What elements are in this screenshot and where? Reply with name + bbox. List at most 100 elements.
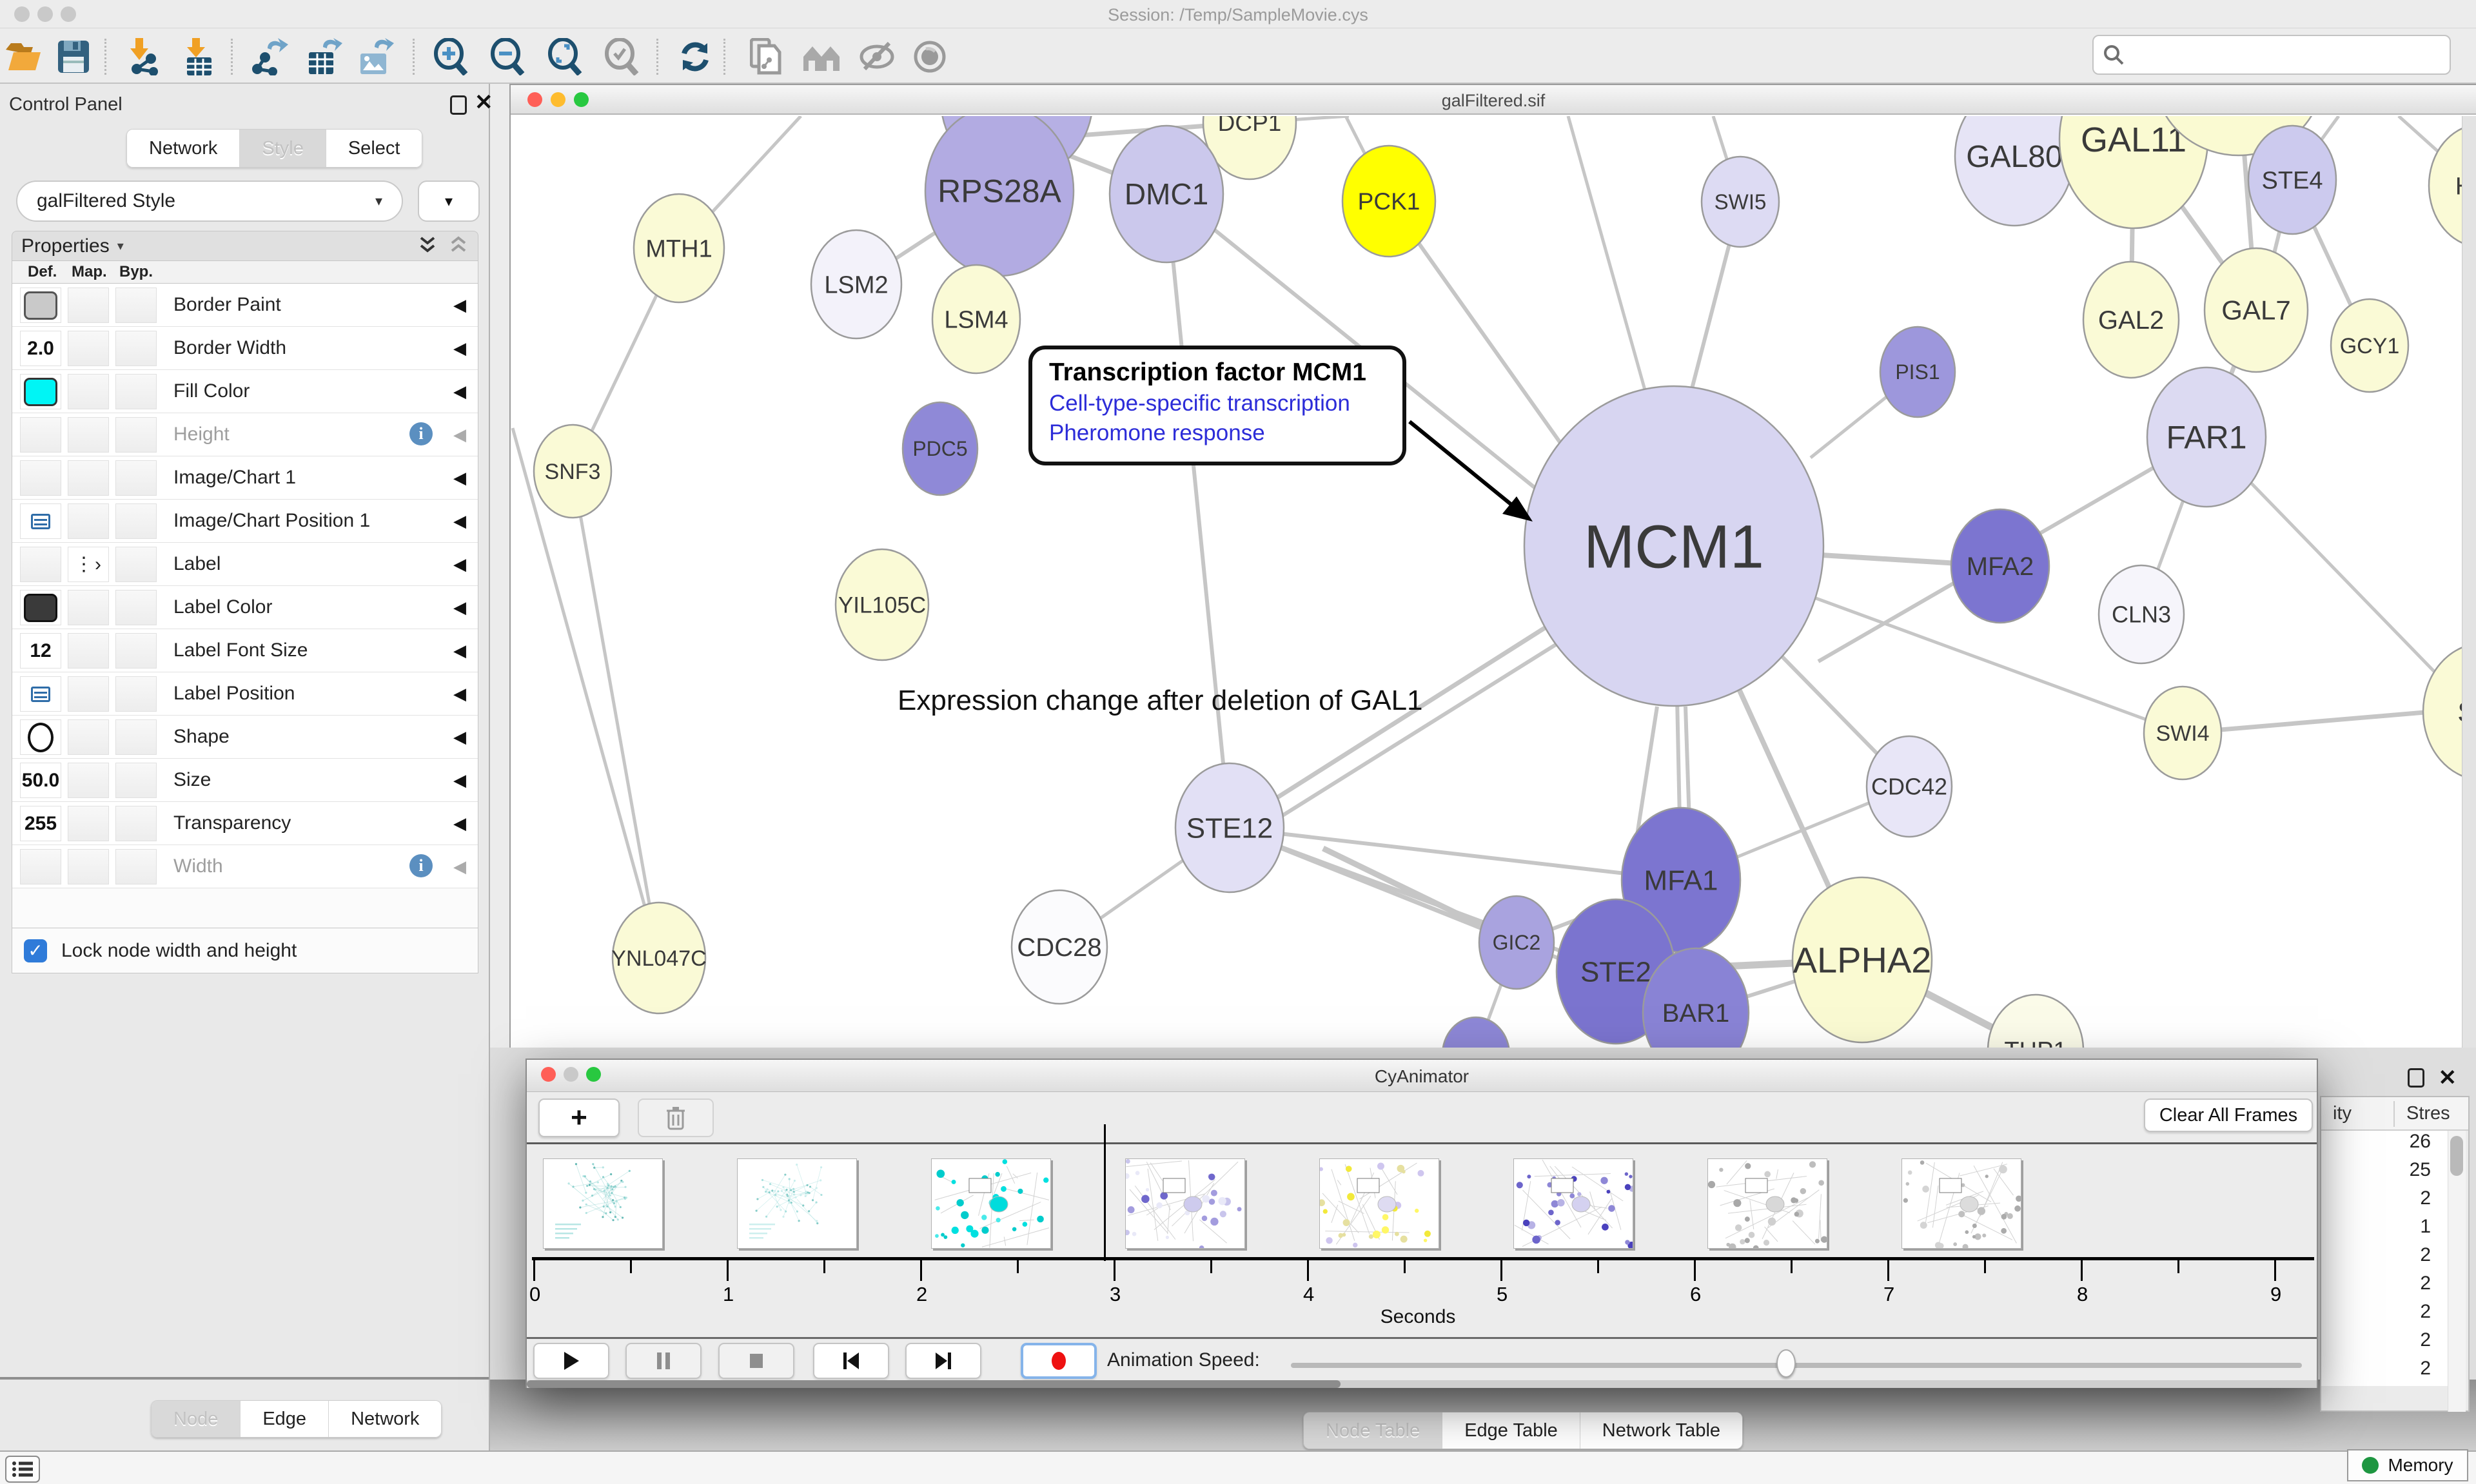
pause-button[interactable]	[625, 1343, 702, 1379]
byp-cell[interactable]	[115, 417, 157, 453]
property-row[interactable]: Border Paint◀	[12, 284, 478, 327]
byp-cell[interactable]	[115, 676, 157, 712]
record-button[interactable]	[1021, 1343, 1097, 1379]
network-edge[interactable]	[1568, 116, 1652, 415]
export-table-icon[interactable]	[304, 37, 343, 76]
tab-style[interactable]: Style	[240, 130, 326, 167]
def-cell[interactable]: 12	[20, 633, 61, 669]
network-node[interactable]: ALPHA2	[1793, 877, 1932, 1042]
byp-cell[interactable]	[115, 763, 157, 798]
map-cell[interactable]	[68, 417, 109, 453]
network-node[interactable]: CDC42	[1867, 736, 1952, 837]
network-node[interactable]: LSM2	[811, 230, 901, 338]
expand-row-icon[interactable]: ◀	[453, 554, 466, 574]
frame-thumbnail[interactable]	[1319, 1158, 1439, 1249]
clear-all-frames-button[interactable]: Clear All Frames	[2144, 1098, 2313, 1132]
network-node[interactable]: HAP	[2429, 124, 2462, 247]
play-button[interactable]	[533, 1343, 609, 1379]
expand-all-icon[interactable]	[417, 235, 438, 257]
def-cell[interactable]	[20, 503, 61, 539]
skip-to-start-button[interactable]	[813, 1343, 889, 1379]
network-node[interactable]: GIC2	[1479, 896, 1554, 989]
def-cell[interactable]	[20, 547, 61, 582]
table-cell-value[interactable]: 2	[2321, 1244, 2448, 1273]
frame-thumbnail[interactable]	[543, 1158, 663, 1249]
network-node[interactable]: PDC5	[903, 402, 978, 495]
tab-network-bottom[interactable]: Network	[329, 1401, 441, 1437]
property-row[interactable]: 50.0Size◀	[12, 759, 478, 802]
info-icon[interactable]: i	[409, 422, 433, 445]
def-cell[interactable]: 50.0	[20, 763, 61, 798]
map-cell[interactable]	[68, 288, 109, 323]
byp-cell[interactable]	[115, 719, 157, 755]
network-node[interactable]: MCM1	[1524, 386, 1823, 706]
save-session-icon[interactable]	[54, 37, 93, 76]
property-row[interactable]: Label Position◀	[12, 672, 478, 716]
map-cell[interactable]	[68, 676, 109, 712]
table-cell-value[interactable]: 2	[2321, 1329, 2448, 1358]
map-cell[interactable]	[68, 806, 109, 841]
def-cell[interactable]	[20, 460, 61, 496]
style-options-button[interactable]: ▾	[418, 181, 480, 222]
property-row[interactable]: Widthi◀	[12, 845, 478, 888]
network-node[interactable]: GAL2	[2083, 262, 2179, 378]
table-cell-value[interactable]: 2	[2321, 1301, 2448, 1329]
zoom-fit-icon[interactable]	[545, 37, 584, 76]
column-stress[interactable]: Stres	[2406, 1103, 2450, 1124]
expand-row-icon[interactable]: ◀	[453, 468, 466, 488]
expand-row-icon[interactable]: ◀	[453, 857, 466, 877]
def-cell[interactable]	[20, 676, 61, 712]
expand-row-icon[interactable]: ◀	[453, 727, 466, 747]
expand-row-icon[interactable]: ◀	[453, 511, 466, 531]
import-table-icon[interactable]	[179, 37, 218, 76]
table-cell-value[interactable]: 26	[2321, 1131, 2448, 1159]
first-neighbors-icon[interactable]	[802, 37, 841, 76]
expand-row-icon[interactable]: ◀	[453, 814, 466, 834]
expand-row-icon[interactable]: ◀	[453, 382, 466, 402]
network-node[interactable]: CLN3	[2099, 565, 2184, 663]
property-row[interactable]: Label Color◀	[12, 586, 478, 629]
tab-network[interactable]: Network	[127, 130, 240, 167]
def-cell[interactable]: 2.0	[20, 331, 61, 366]
export-image-icon[interactable]	[356, 37, 395, 76]
annotation-box[interactable]: Transcription factor MCM1 Cell-type-spec…	[1028, 346, 1406, 465]
tab-edge-table[interactable]: Edge Table	[1442, 1412, 1580, 1449]
float-panel-icon[interactable]	[2408, 1068, 2424, 1088]
network-node[interactable]: MFA2	[1951, 509, 2049, 623]
zoom-selected-icon[interactable]	[602, 37, 640, 76]
map-cell[interactable]	[68, 590, 109, 625]
network-node[interactable]: TUP1	[1988, 995, 2083, 1048]
expand-row-icon[interactable]: ◀	[453, 770, 466, 790]
map-cell[interactable]	[68, 331, 109, 366]
network-node[interactable]: SNF3	[534, 425, 611, 518]
info-icon[interactable]: i	[409, 854, 433, 877]
byp-cell[interactable]	[115, 849, 157, 884]
cyanimator-titlebar[interactable]: CyAnimator	[527, 1060, 2317, 1092]
animation-speed-slider[interactable]	[1291, 1363, 2302, 1368]
def-cell[interactable]: 255	[20, 806, 61, 841]
network-window-titlebar[interactable]: galFiltered.sif	[511, 85, 2476, 115]
playhead[interactable]	[1104, 1124, 1106, 1261]
property-row[interactable]: 12Label Font Size◀	[12, 629, 478, 672]
byp-cell[interactable]	[115, 590, 157, 625]
network-node[interactable]: GAL80	[1955, 116, 2074, 226]
byp-cell[interactable]	[115, 288, 157, 323]
frame-thumbnail[interactable]	[931, 1158, 1051, 1249]
show-all-icon[interactable]	[910, 37, 949, 76]
network-node[interactable]: CDC28	[1012, 890, 1107, 1004]
lock-node-size-checkbox[interactable]: ✓	[24, 939, 47, 962]
network-node[interactable]: SWI4	[2144, 687, 2221, 779]
delete-frame-button[interactable]	[638, 1098, 714, 1137]
frame-thumbnail[interactable]	[1707, 1158, 1827, 1249]
tab-node-table[interactable]: Node Table	[1304, 1412, 1442, 1449]
zoom-in-icon[interactable]	[431, 37, 469, 76]
def-cell[interactable]	[20, 288, 61, 323]
map-cell[interactable]: ⋮›	[68, 547, 109, 582]
table-cell-value[interactable]: 2	[2321, 1273, 2448, 1301]
network-node[interactable]: SWI5	[1702, 157, 1779, 247]
property-row[interactable]: Image/Chart 1◀	[12, 456, 478, 500]
table-cell-value[interactable]: 2	[2321, 1358, 2448, 1386]
map-cell[interactable]	[68, 849, 109, 884]
map-cell[interactable]	[68, 763, 109, 798]
expand-row-icon[interactable]: ◀	[453, 641, 466, 661]
